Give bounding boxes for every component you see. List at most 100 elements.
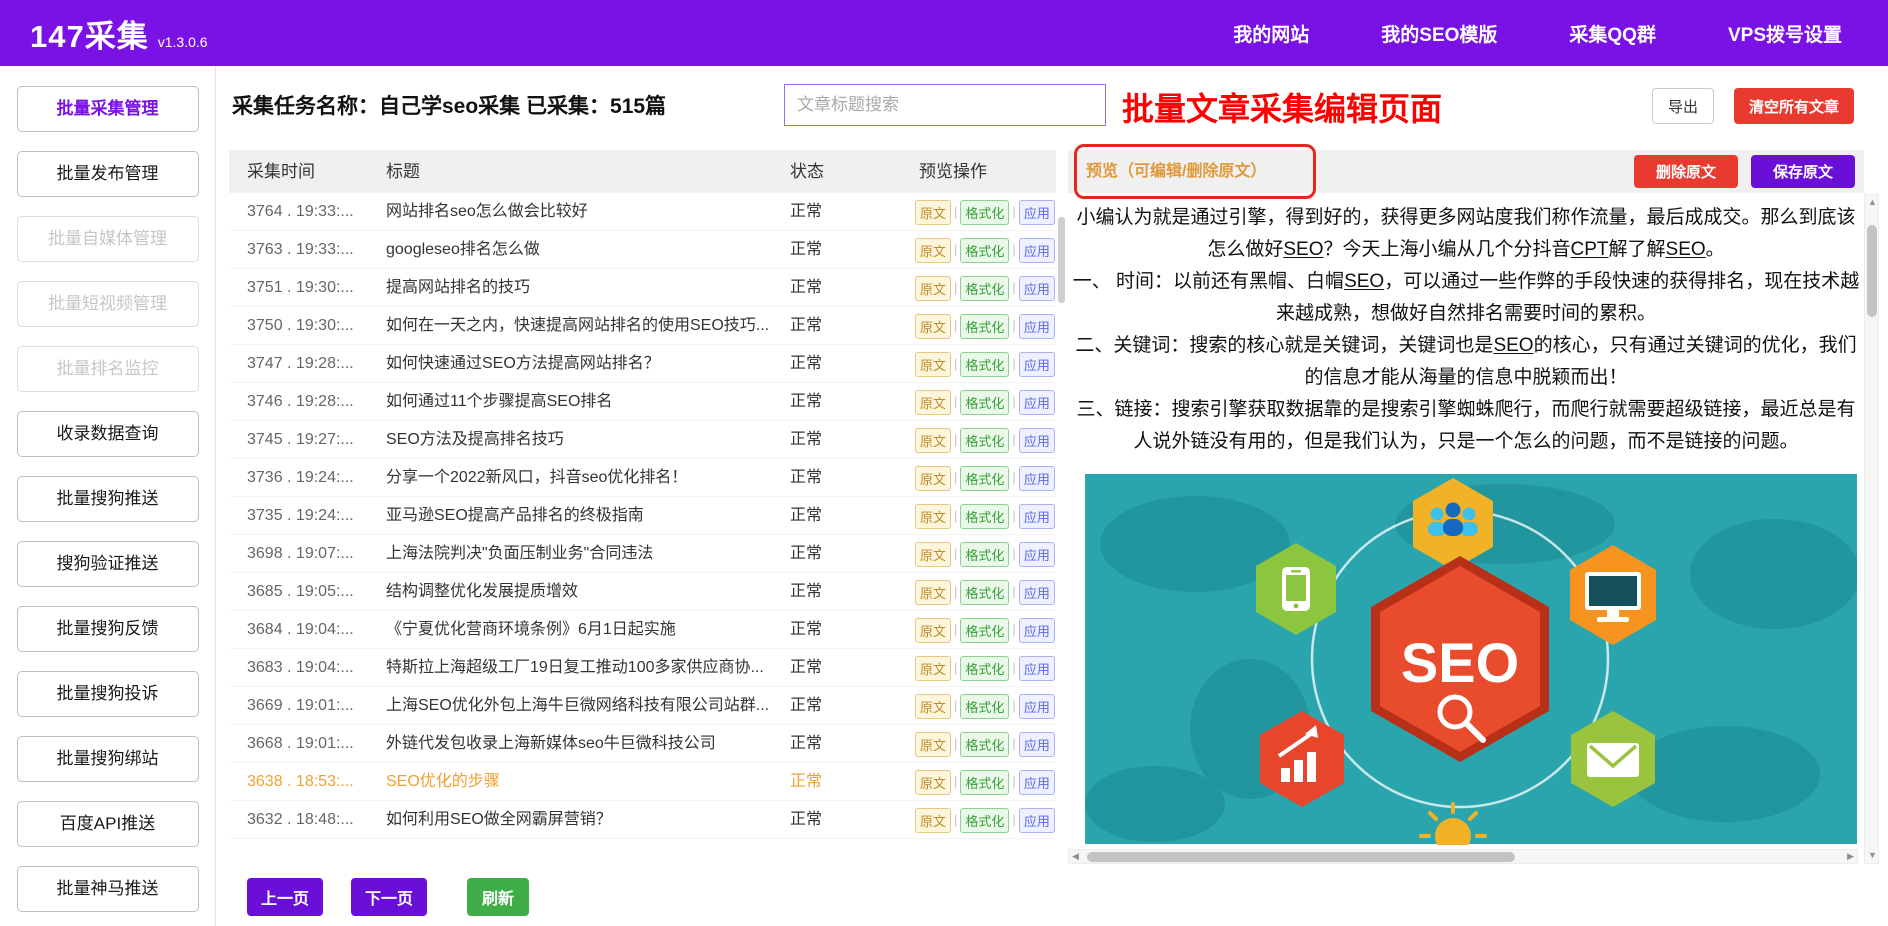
action-apply[interactable]: 应用 (1019, 618, 1055, 643)
action-original[interactable]: 原文 (915, 238, 951, 263)
action-format[interactable]: 格式化 (960, 580, 1009, 605)
table-row[interactable]: 3683 . 19:04:...特斯拉上海超级工厂19日复工推动100多家供应商… (229, 649, 1056, 687)
table-row[interactable]: 3698 . 19:07:...上海法院判决"负面压制业务"合同违法正常原文|格… (229, 535, 1056, 573)
action-original[interactable]: 原文 (915, 808, 951, 833)
action-apply[interactable]: 应用 (1019, 732, 1055, 757)
action-original[interactable]: 原文 (915, 200, 951, 225)
refresh-button[interactable]: 刷新 (467, 878, 529, 916)
action-apply[interactable]: 应用 (1019, 238, 1055, 263)
action-format[interactable]: 格式化 (960, 352, 1009, 377)
task-label: 采集任务名称：自己学seo采集 已采集：515篇 (232, 90, 666, 120)
action-format[interactable]: 格式化 (960, 390, 1009, 415)
action-original[interactable]: 原文 (915, 428, 951, 453)
table-row[interactable]: 3638 . 18:53:...SEO优化的步骤正常原文|格式化|应用 (229, 763, 1056, 801)
action-format[interactable]: 格式化 (960, 504, 1009, 529)
sidebar-item[interactable]: 搜狗验证推送 (17, 541, 199, 587)
nav-item[interactable]: 我的网站 (1233, 20, 1309, 47)
sidebar-item[interactable]: 批量搜狗推送 (17, 476, 199, 522)
action-format[interactable]: 格式化 (960, 276, 1009, 301)
scroll-up-icon[interactable]: ▲ (1868, 198, 1877, 207)
action-apply[interactable]: 应用 (1019, 580, 1055, 605)
action-format[interactable]: 格式化 (960, 466, 1009, 491)
action-format[interactable]: 格式化 (960, 732, 1009, 757)
action-original[interactable]: 原文 (915, 694, 951, 719)
action-original[interactable]: 原文 (915, 770, 951, 795)
sidebar-item[interactable]: 批量搜狗反馈 (17, 606, 199, 652)
action-apply[interactable]: 应用 (1019, 808, 1055, 833)
action-format[interactable]: 格式化 (960, 238, 1009, 263)
action-format[interactable]: 格式化 (960, 314, 1009, 339)
action-original[interactable]: 原文 (915, 276, 951, 301)
table-scrollbar[interactable] (1058, 217, 1065, 303)
action-apply[interactable]: 应用 (1019, 428, 1055, 453)
action-format[interactable]: 格式化 (960, 656, 1009, 681)
action-original[interactable]: 原文 (915, 466, 951, 491)
delete-original-button[interactable]: 删除原文 (1634, 155, 1738, 188)
nav-item[interactable]: 采集QQ群 (1569, 20, 1656, 47)
table-row[interactable]: 3750 . 19:30:...如何在一天之内，快速提高网站排名的使用SEO技巧… (229, 307, 1056, 345)
export-button[interactable]: 导出 (1652, 88, 1714, 124)
save-original-button[interactable]: 保存原文 (1751, 155, 1855, 188)
sidebar-item[interactable]: 批量搜狗投诉 (17, 671, 199, 717)
action-original[interactable]: 原文 (915, 352, 951, 377)
table-row[interactable]: 3746 . 19:28:...如何通过11个步骤提高SEO排名正常原文|格式化… (229, 383, 1056, 421)
table-row[interactable]: 3751 . 19:30:...提高网站排名的技巧正常原文|格式化|应用 (229, 269, 1056, 307)
search-input[interactable] (784, 84, 1106, 126)
action-apply[interactable]: 应用 (1019, 466, 1055, 491)
table-row[interactable]: 3632 . 18:48:...如何利用SEO做全网霸屏营销？正常原文|格式化|… (229, 801, 1056, 839)
sidebar-item[interactable]: 批量神马推送 (17, 866, 199, 912)
table-row[interactable]: 3685 . 19:05:...结构调整优化发展提质增效正常原文|格式化|应用 (229, 573, 1056, 611)
action-format[interactable]: 格式化 (960, 428, 1009, 453)
action-format[interactable]: 格式化 (960, 808, 1009, 833)
action-apply[interactable]: 应用 (1019, 504, 1055, 529)
clear-all-button[interactable]: 清空所有文章 (1734, 88, 1854, 124)
action-apply[interactable]: 应用 (1019, 390, 1055, 415)
action-original[interactable]: 原文 (915, 732, 951, 757)
table-row[interactable]: 3763 . 19:33:...googleseo排名怎么做正常原文|格式化|应… (229, 231, 1056, 269)
table-row[interactable]: 3764 . 19:33:...网站排名seo怎么做会比较好正常原文|格式化|应… (229, 193, 1056, 231)
action-original[interactable]: 原文 (915, 656, 951, 681)
prev-page-button[interactable]: 上一页 (247, 878, 323, 916)
action-apply[interactable]: 应用 (1019, 314, 1055, 339)
next-page-button[interactable]: 下一页 (351, 878, 427, 916)
sidebar: 批量采集管理批量发布管理批量自媒体管理批量短视频管理批量排名监控收录数据查询批量… (0, 66, 216, 926)
action-format[interactable]: 格式化 (960, 618, 1009, 643)
sidebar-item[interactable]: 收录数据查询 (17, 411, 199, 457)
table-row[interactable]: 3684 . 19:04:...《宁夏优化营商环境条例》6月1日起实施正常原文|… (229, 611, 1056, 649)
sidebar-item[interactable]: 批量发布管理 (17, 151, 199, 197)
action-apply[interactable]: 应用 (1019, 770, 1055, 795)
action-original[interactable]: 原文 (915, 618, 951, 643)
sidebar-item[interactable]: 百度API推送 (17, 801, 199, 847)
table-row[interactable]: 3745 . 19:27:...SEO方法及提高排名技巧正常原文|格式化|应用 (229, 421, 1056, 459)
scroll-down-icon[interactable]: ▼ (1868, 851, 1877, 860)
action-apply[interactable]: 应用 (1019, 200, 1055, 225)
action-format[interactable]: 格式化 (960, 542, 1009, 567)
action-apply[interactable]: 应用 (1019, 542, 1055, 567)
table-row[interactable]: 3747 . 19:28:...如何快速通过SEO方法提高网站排名？正常原文|格… (229, 345, 1056, 383)
action-original[interactable]: 原文 (915, 390, 951, 415)
action-original[interactable]: 原文 (915, 542, 951, 567)
action-original[interactable]: 原文 (915, 580, 951, 605)
vscroll-thumb[interactable] (1867, 225, 1877, 317)
sidebar-item[interactable]: 批量搜狗绑站 (17, 736, 199, 782)
hscroll-thumb[interactable] (1087, 852, 1515, 862)
table-row[interactable]: 3669 . 19:01:...上海SEO优化外包上海牛巨微网络科技有限公司站群… (229, 687, 1056, 725)
nav-item[interactable]: 我的SEO模版 (1381, 20, 1497, 47)
action-original[interactable]: 原文 (915, 314, 951, 339)
action-apply[interactable]: 应用 (1019, 694, 1055, 719)
row-status: 正常 (790, 535, 822, 573)
action-format[interactable]: 格式化 (960, 770, 1009, 795)
sidebar-item[interactable]: 批量采集管理 (17, 86, 199, 132)
action-format[interactable]: 格式化 (960, 200, 1009, 225)
table-row[interactable]: 3735 . 19:24:...亚马逊SEO提高产品排名的终极指南正常原文|格式… (229, 497, 1056, 535)
scroll-left-icon[interactable]: ◀ (1072, 852, 1079, 861)
action-apply[interactable]: 应用 (1019, 276, 1055, 301)
action-apply[interactable]: 应用 (1019, 352, 1055, 377)
nav-item[interactable]: VPS拨号设置 (1728, 20, 1842, 47)
table-row[interactable]: 3736 . 19:24:...分享一个2022新风口，抖音seo优化排名！正常… (229, 459, 1056, 497)
table-row[interactable]: 3668 . 19:01:...外链代发包收录上海新媒体seo牛巨微科技公司正常… (229, 725, 1056, 763)
action-format[interactable]: 格式化 (960, 694, 1009, 719)
action-original[interactable]: 原文 (915, 504, 951, 529)
scroll-right-icon[interactable]: ▶ (1847, 852, 1854, 861)
action-apply[interactable]: 应用 (1019, 656, 1055, 681)
